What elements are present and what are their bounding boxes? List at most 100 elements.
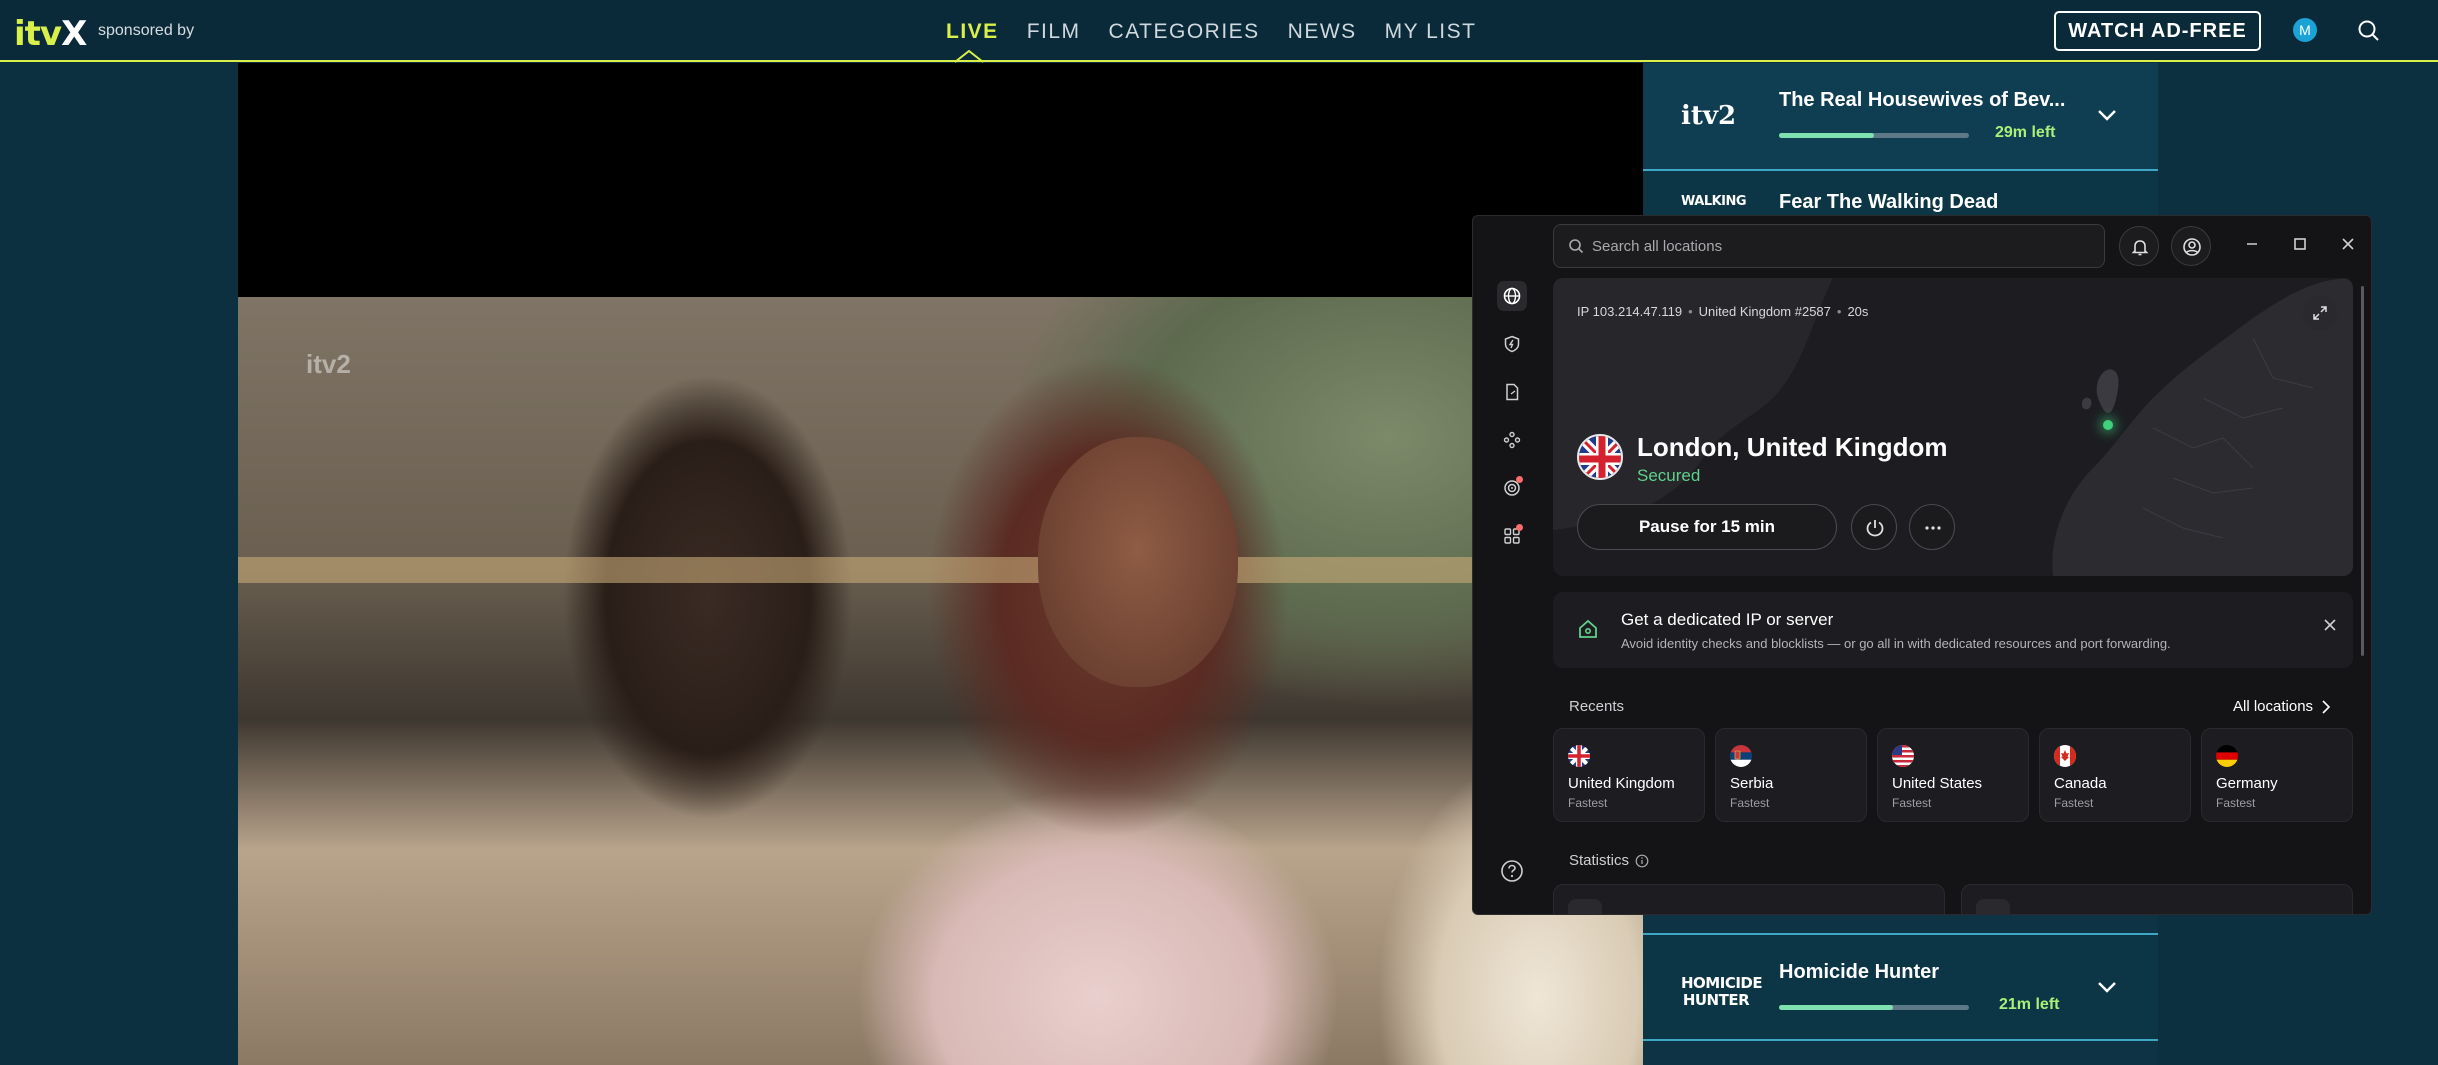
mesh-network-icon[interactable] <box>1497 425 1527 455</box>
statistics-card[interactable] <box>1961 884 2353 914</box>
itvx-logo[interactable]: itvX <box>14 14 87 54</box>
connection-duration: 20s <box>1847 304 1869 319</box>
programme-title: The Real Housewives of Bev... <box>1779 89 2066 111</box>
recent-location-card[interactable]: United States Fastest <box>1877 728 2029 822</box>
recent-location-card[interactable]: Serbia Fastest <box>1715 728 1867 822</box>
close-icon[interactable] <box>2337 233 2359 255</box>
nav-my-list[interactable]: MY LIST <box>1385 20 1477 44</box>
nav-news[interactable]: NEWS <box>1288 20 1357 44</box>
active-nav-caret-icon <box>955 50 983 63</box>
schedule-item[interactable]: itv2 The Real Housewives of Bev... 29m l… <box>1643 63 2158 171</box>
time-left: 21m left <box>1999 996 2060 1013</box>
chevron-down-icon[interactable] <box>2095 975 2119 999</box>
scrollbar[interactable] <box>2361 286 2364 656</box>
programme-progress-bar <box>1779 1005 1969 1010</box>
recent-country: United Kingdom <box>1568 775 1675 792</box>
vpn-sidebar <box>1473 216 1551 914</box>
globe-icon[interactable] <box>1497 281 1527 311</box>
server-name: United Kingdom #2587 <box>1698 304 1831 319</box>
recent-country: Germany <box>2216 775 2278 792</box>
itv2-logo: itv2 <box>1681 101 1737 131</box>
recents-heading: Recents <box>1569 698 1625 715</box>
video-scene-railing <box>238 557 1643 583</box>
user-avatar[interactable]: M <box>2293 18 2317 42</box>
programme-title: Fear The Walking Dead <box>1779 191 1999 213</box>
statistics-card[interactable] <box>1553 884 1945 914</box>
watch-ad-free-button[interactable]: WATCH AD-FREE <box>2054 11 2261 51</box>
search-icon <box>1569 239 1584 254</box>
uk-flag-icon <box>1568 745 1590 767</box>
bell-icon <box>2131 240 2149 256</box>
usa-flag-icon <box>1892 745 1914 767</box>
video-letterbox <box>238 63 1643 297</box>
connection-details: IP 103.214.47.119 • United Kingdom #2587… <box>1577 304 1869 319</box>
serbia-flag-icon <box>1730 745 1752 767</box>
notifications-button[interactable] <box>2119 226 2159 266</box>
live-video-player[interactable]: itv2 <box>238 297 1643 1065</box>
channel-watermark: itv2 <box>306 349 351 379</box>
notification-dot <box>1516 476 1523 483</box>
sponsored-label: sponsored by <box>98 22 195 39</box>
disconnect-button[interactable] <box>1851 504 1897 550</box>
nav-categories[interactable]: CATEGORIES <box>1109 20 1260 44</box>
chevron-down-icon[interactable] <box>2095 103 2119 127</box>
help-icon[interactable] <box>1499 858 1525 884</box>
time-left: 29m left <box>1995 124 2056 141</box>
globe-icon <box>1568 899 1602 914</box>
search-icon[interactable] <box>2356 18 2382 44</box>
homicide-hunter-logo: HOMICIDE HUNTER <box>1681 974 1763 1009</box>
top-navigation-bar: itvX sponsored by LIVE FILM CATEGORIES N… <box>0 0 2438 63</box>
recent-subtitle: Fastest <box>2216 796 2256 810</box>
apps-grid-icon[interactable] <box>1497 521 1527 551</box>
nav-live[interactable]: LIVE <box>946 20 999 44</box>
recent-country: Serbia <box>1730 775 1774 792</box>
nav-film[interactable]: FILM <box>1027 20 1081 44</box>
recent-subtitle: Fastest <box>1730 796 1770 810</box>
banner-description: Avoid identity checks and blocklists — o… <box>1621 636 2171 651</box>
recent-subtitle: Fastest <box>1568 796 1608 810</box>
recent-location-card[interactable]: Germany Fastest <box>2201 728 2353 822</box>
schedule-item[interactable]: HOMICIDE HUNTER Homicide Hunter 21m left <box>1643 933 2158 1041</box>
threat-icon <box>1976 899 2010 914</box>
current-server-marker <box>2103 420 2113 430</box>
more-horizontal-icon <box>1925 526 1941 530</box>
maximize-icon[interactable] <box>2289 233 2311 255</box>
programme-title: Homicide Hunter <box>1779 961 1940 983</box>
recent-country: United States <box>1892 775 1983 792</box>
user-icon <box>2183 238 2201 256</box>
info-icon[interactable] <box>1635 854 1649 868</box>
account-button[interactable] <box>2171 226 2211 266</box>
search-input[interactable] <box>1592 225 2092 267</box>
recent-location-card[interactable]: Canada Fastest <box>2039 728 2191 822</box>
house-shield-icon <box>1579 619 1597 638</box>
ip-address: IP 103.214.47.119 <box>1577 304 1683 319</box>
location-search[interactable] <box>1553 224 2105 268</box>
recent-subtitle: Fastest <box>1892 796 1932 810</box>
connected-location: London, United Kingdom <box>1637 432 1948 462</box>
shield-bolt-icon[interactable] <box>1497 329 1527 359</box>
main-nav: LIVE FILM CATEGORIES NEWS MY LIST <box>946 20 1476 44</box>
more-options-button[interactable] <box>1909 504 1955 550</box>
notification-dot <box>1516 524 1523 531</box>
statistics-heading: Statistics <box>1569 852 1649 869</box>
expand-icon <box>2313 306 2327 320</box>
all-locations-link[interactable]: All locations <box>2233 698 2331 715</box>
expand-map-button[interactable] <box>2303 296 2337 330</box>
video-scene-figure <box>1038 437 1238 687</box>
canada-flag-icon <box>2054 745 2076 767</box>
minimize-icon[interactable] <box>2241 233 2263 255</box>
programme-progress-bar <box>1779 133 1969 138</box>
dedicated-ip-banner[interactable]: Get a dedicated IP or server Avoid ident… <box>1553 592 2353 668</box>
recent-subtitle: Fastest <box>2054 796 2094 810</box>
channel-logo: WALKING <box>1681 194 1747 209</box>
pause-button[interactable]: Pause for 15 min <box>1577 504 1837 550</box>
server-map[interactable]: IP 103.214.47.119 • United Kingdom #2587… <box>1553 278 2353 576</box>
close-icon[interactable] <box>2319 614 2341 636</box>
chevron-right-icon <box>2322 699 2331 714</box>
vpn-app-window: IP 103.214.47.119 • United Kingdom #2587… <box>1472 215 2372 915</box>
file-share-icon[interactable] <box>1497 377 1527 407</box>
germany-flag-icon <box>2216 745 2238 767</box>
banner-title: Get a dedicated IP or server <box>1621 610 1834 629</box>
threat-target-icon[interactable] <box>1497 473 1527 503</box>
recent-location-card[interactable]: United Kingdom Fastest <box>1553 728 1705 822</box>
